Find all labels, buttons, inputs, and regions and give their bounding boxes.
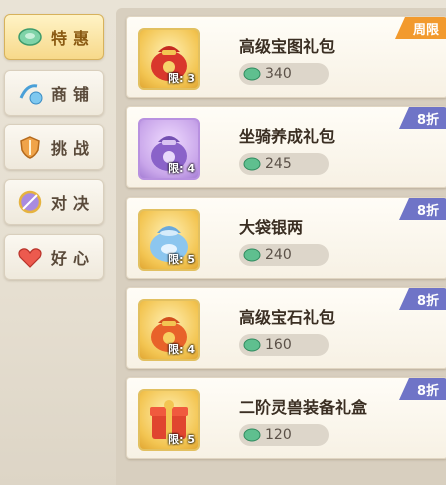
pack-thumbnail: 限: 5	[138, 209, 200, 271]
pack-list[interactable]: 限: 3 高级宝图礼包 340 周限 限: 4 坐骑养成礼包 245 8折 限:	[116, 8, 446, 485]
jade-currency-icon	[241, 336, 263, 354]
jade-currency-icon	[241, 65, 263, 83]
tab-special-offer[interactable]: 特惠	[4, 14, 104, 60]
purchase-limit: 限: 5	[168, 433, 195, 446]
tab-duel[interactable]: 对决	[4, 179, 104, 225]
price-value: 160	[265, 337, 292, 353]
tab-label: 特惠	[51, 29, 96, 48]
price-button[interactable]: 340	[239, 63, 329, 85]
pack-title: 二阶灵兽装备礼盒	[239, 398, 368, 417]
pack-thumbnail: 限: 3	[138, 28, 200, 90]
price-value: 120	[265, 427, 292, 443]
pack-title: 大袋银两	[239, 218, 304, 237]
discount-badge: 8折	[398, 288, 446, 310]
jade-coin-icon	[17, 24, 43, 50]
pack-card[interactable]: 限: 4 坐骑养成礼包 245 8折	[126, 106, 446, 188]
tab-kindness[interactable]: 好心	[4, 234, 104, 280]
jade-currency-icon	[241, 426, 263, 444]
category-sidebar: 特惠 商铺 挑战 对决 好心	[0, 0, 112, 485]
heart-icon	[17, 244, 43, 270]
tab-shop[interactable]: 商铺	[4, 70, 104, 116]
pack-thumbnail: 限: 5	[138, 389, 200, 451]
pack-title: 高级宝石礼包	[239, 308, 336, 327]
shop-icon	[17, 80, 43, 106]
price-value: 245	[265, 156, 292, 172]
price-button[interactable]: 160	[239, 334, 329, 356]
discount-badge: 8折	[398, 378, 446, 400]
price-button[interactable]: 245	[239, 153, 329, 175]
pack-thumbnail: 限: 4	[138, 299, 200, 361]
price-value: 240	[265, 247, 292, 263]
tab-challenge[interactable]: 挑战	[4, 124, 104, 170]
price-button[interactable]: 240	[239, 244, 329, 266]
pack-thumbnail: 限: 4	[138, 118, 200, 180]
tab-label: 商铺	[51, 85, 96, 104]
pack-card[interactable]: 限: 3 高级宝图礼包 340 周限	[126, 16, 446, 98]
price-button[interactable]: 120	[239, 424, 329, 446]
discount-badge: 8折	[398, 107, 446, 129]
pack-card[interactable]: 限: 4 高级宝石礼包 160 8折	[126, 287, 446, 369]
purchase-limit: 限: 4	[168, 162, 195, 175]
discount-badge: 8折	[398, 198, 446, 220]
weekly-limit-badge: 周限	[394, 17, 446, 39]
jade-currency-icon	[241, 155, 263, 173]
pack-card[interactable]: 限: 5 二阶灵兽装备礼盒 120 8折	[126, 377, 446, 459]
jade-currency-icon	[241, 246, 263, 264]
purchase-limit: 限: 3	[168, 72, 195, 85]
tab-label: 好心	[51, 249, 96, 268]
tab-label: 对决	[51, 194, 96, 213]
tab-label: 挑战	[51, 139, 96, 158]
pack-title: 高级宝图礼包	[239, 37, 336, 56]
pack-title: 坐骑养成礼包	[239, 127, 336, 146]
duel-icon	[17, 189, 43, 215]
purchase-limit: 限: 4	[168, 343, 195, 356]
purchase-limit: 限: 5	[168, 253, 195, 266]
pack-card[interactable]: 限: 5 大袋银两 240 8折	[126, 197, 446, 279]
shield-sword-icon	[17, 134, 43, 160]
price-value: 340	[265, 66, 292, 82]
